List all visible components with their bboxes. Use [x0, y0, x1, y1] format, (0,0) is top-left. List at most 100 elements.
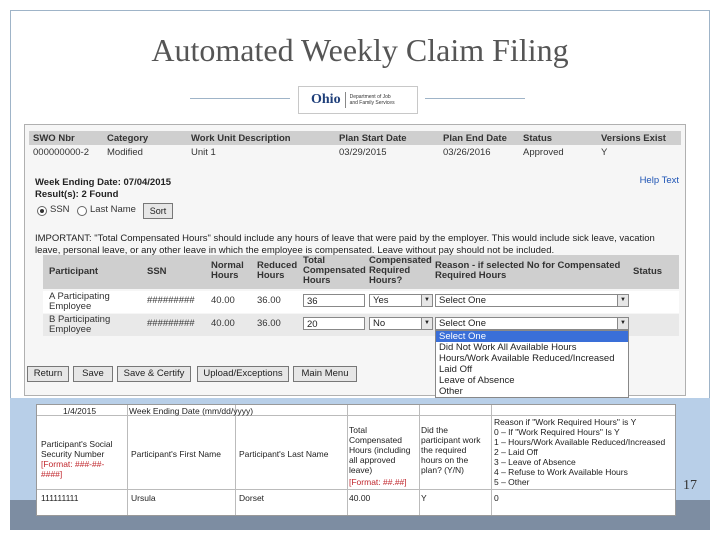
page-number: 17	[683, 478, 697, 493]
normal-hours: 40.00	[211, 295, 235, 306]
swo-col-header: Status	[523, 133, 553, 144]
csv-data-cell: Y	[421, 493, 427, 503]
csv-col-header: Participant's Social Security Number	[41, 439, 113, 459]
logo-brand: Ohio	[311, 92, 341, 107]
swo-col-header: Category	[107, 133, 149, 144]
chevron-down-icon[interactable]: ▼	[617, 318, 628, 329]
csv-reason-line: 5 – Other	[494, 477, 530, 487]
sort-lastname-label: Last Name	[90, 204, 136, 215]
reason-select[interactable]: Select One ▼	[435, 317, 629, 330]
csv-col-header: Participant's Last Name	[239, 449, 329, 459]
reduced-hours: 36.00	[257, 318, 281, 329]
required-hours-value: No	[373, 318, 386, 329]
logo-separator	[344, 92, 346, 108]
csv-col-header: Participant's First Name	[131, 449, 221, 459]
return-button[interactable]: Return	[27, 366, 69, 382]
csv-divider	[127, 405, 128, 515]
csv-week-value: 1/4/2015	[63, 406, 97, 416]
main-menu-button[interactable]: Main Menu	[293, 366, 357, 382]
csv-format-note: [Format: ###-##-####]	[41, 459, 105, 479]
results-count: Result(s): 2 Found	[35, 189, 119, 200]
participant-col-header: Normal Hours	[211, 260, 244, 281]
swo-col-header: Plan Start Date	[339, 133, 407, 144]
csv-reason-line: 3 – Leave of Absence	[494, 457, 576, 467]
csv-col-header: Total Compensated Hours (including all a…	[349, 425, 411, 475]
week-ending-label: Week Ending Date: 07/04/2015	[35, 177, 172, 188]
csv-reason-line: 4 – Refuse to Work Available Hours	[494, 467, 628, 477]
participant-col-header: Reason - if selected No for Compensated …	[435, 260, 621, 281]
swo-cell[interactable]: 000000000-2	[33, 147, 89, 158]
csv-rule	[37, 489, 675, 490]
csv-week-label: Week Ending Date (mm/dd/yyyy)	[129, 406, 254, 416]
csv-data-cell: Dorset	[239, 493, 265, 503]
csv-reason-line: Reason if "Work Required Hours" is Y	[494, 417, 637, 427]
save-certify-button[interactable]: Save & Certify	[117, 366, 191, 382]
csv-divider	[347, 405, 348, 515]
dropdown-option[interactable]: Did Not Work All Available Hours	[436, 342, 628, 353]
help-text-link[interactable]: Help Text	[640, 175, 679, 186]
csv-reason-line: 1 – Hours/Work Available Reduced/Increas…	[494, 437, 666, 447]
reason-dropdown-list: Select One Did Not Work All Available Ho…	[435, 330, 629, 398]
csv-data-cell: Ursula	[131, 493, 156, 503]
sort-button[interactable]: Sort	[143, 203, 173, 219]
required-hours-select[interactable]: No ▼	[369, 317, 433, 330]
swo-cell: 03/29/2015	[339, 147, 387, 158]
chevron-down-icon[interactable]: ▼	[421, 318, 432, 329]
odjfs-logo: Ohio Department of Job and Family Servic…	[298, 86, 418, 114]
sort-ssn-radio[interactable]	[37, 206, 47, 216]
participant-col-header: SSN	[147, 266, 167, 277]
swo-col-header: Work Unit Description	[191, 133, 291, 144]
participant-col-header: Status	[633, 266, 663, 277]
normal-hours: 40.00	[211, 318, 235, 329]
title-rule-left	[190, 98, 290, 99]
csv-data-cell: 0	[494, 493, 499, 503]
dropdown-option[interactable]: Leave of Absence	[436, 375, 628, 386]
swo-col-header: SWO Nbr	[33, 133, 75, 144]
swo-cell: Approved	[523, 147, 564, 158]
total-compensated-input[interactable]: 36	[303, 294, 365, 307]
csv-format-note: [Format: ##.##]	[349, 477, 407, 487]
logo-department: Department of Job and Family Services	[349, 94, 395, 106]
participant-name: A Participating Employee	[49, 291, 110, 312]
participant-col-header: Participant	[49, 266, 99, 277]
swo-cell: 03/26/2016	[443, 147, 491, 158]
participant-ssn: #########	[147, 295, 195, 306]
sort-ssn-label: SSN	[50, 204, 70, 215]
chevron-down-icon[interactable]: ▼	[617, 295, 628, 306]
app-screenshot: SWO Nbr Category Work Unit Description P…	[24, 124, 686, 398]
chevron-down-icon[interactable]: ▼	[421, 295, 432, 306]
required-hours-select[interactable]: Yes ▼	[369, 294, 433, 307]
dropdown-option[interactable]: Hours/Work Available Reduced/Increased	[436, 353, 628, 364]
dropdown-option[interactable]: Select One	[436, 331, 628, 342]
title-rule-right	[425, 98, 525, 99]
csv-divider	[235, 405, 236, 515]
participant-name: B Participating Employee	[49, 314, 111, 335]
dropdown-option[interactable]: Laid Off	[436, 364, 628, 375]
participant-col-header: Total Compensated Hours	[303, 255, 366, 286]
upload-exceptions-button[interactable]: Upload/Exceptions	[197, 366, 289, 382]
swo-cell: Y	[601, 147, 608, 158]
slide-title: Automated Weekly Claim Filing	[151, 32, 569, 68]
important-notice: IMPORTANT: "Total Compensated Hours" sho…	[35, 233, 655, 256]
save-button[interactable]: Save	[73, 366, 113, 382]
csv-data-cell: 40.00	[349, 493, 371, 503]
reason-value: Select One	[439, 295, 486, 306]
csv-template-table: 1/4/2015 Week Ending Date (mm/dd/yyyy) P…	[36, 404, 676, 516]
swo-cell: Unit 1	[191, 147, 216, 158]
participant-ssn: #########	[147, 318, 195, 329]
reason-select[interactable]: Select One ▼	[435, 294, 629, 307]
csv-col-header: Did the participant work the required ho…	[421, 425, 481, 475]
swo-col-header: Plan End Date	[443, 133, 507, 144]
participant-col-header: Reduced Hours	[257, 260, 298, 281]
total-compensated-input[interactable]: 20	[303, 317, 365, 330]
swo-cell: Modified	[107, 147, 143, 158]
reduced-hours: 36.00	[257, 295, 281, 306]
required-hours-value: Yes	[373, 295, 389, 306]
csv-divider	[419, 405, 420, 515]
dropdown-option[interactable]: Other	[436, 386, 628, 397]
csv-data-cell: 111111111	[41, 493, 79, 503]
csv-reason-line: 2 – Laid Off	[494, 447, 538, 457]
reason-value: Select One	[439, 318, 486, 329]
sort-lastname-radio[interactable]	[77, 206, 87, 216]
csv-divider	[491, 405, 492, 515]
